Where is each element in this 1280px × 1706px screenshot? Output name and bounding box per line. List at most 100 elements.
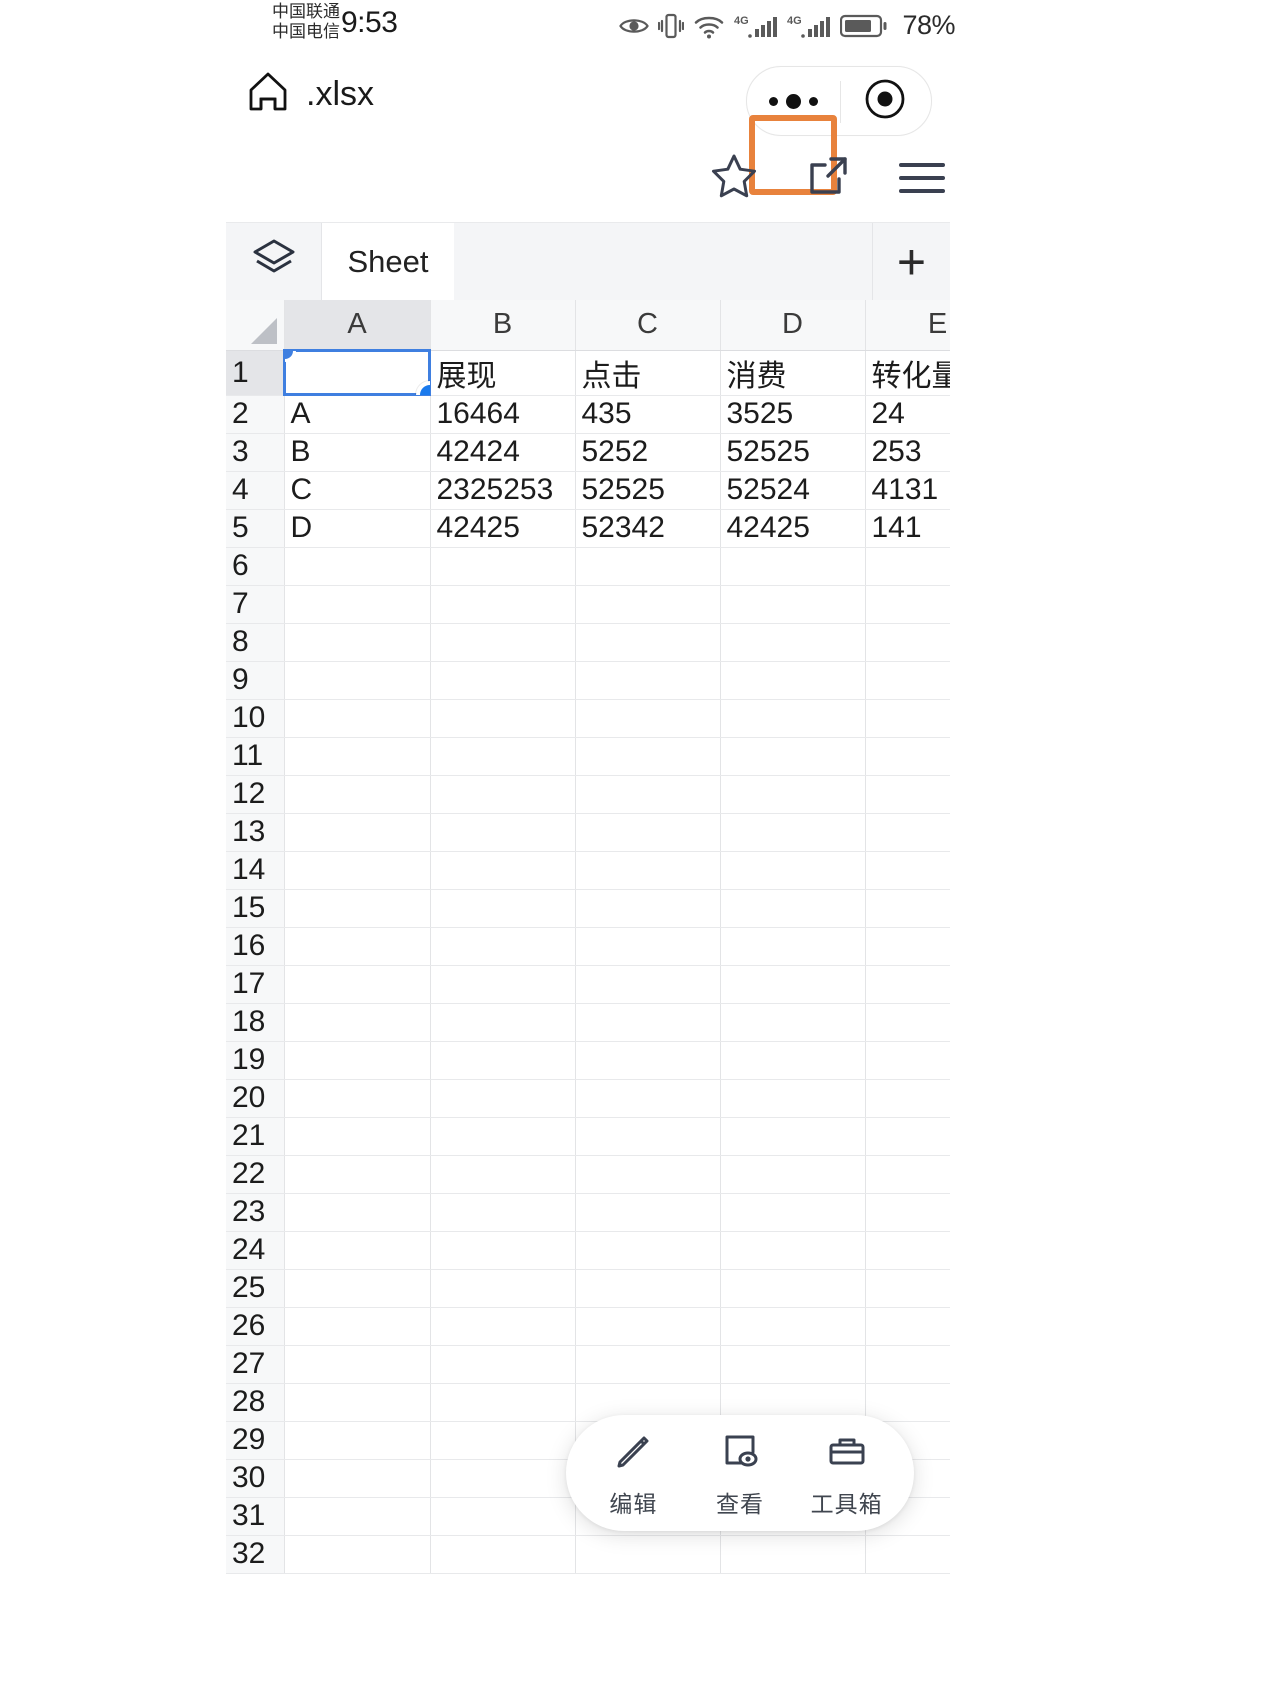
row-header-19[interactable]: 19 <box>226 1041 285 1080</box>
cell-d22[interactable] <box>720 1155 866 1194</box>
cell-b25[interactable] <box>430 1269 576 1308</box>
cell-c10[interactable] <box>575 699 721 738</box>
cell-c13[interactable] <box>575 813 721 852</box>
cell-b32[interactable] <box>430 1535 576 1574</box>
cell-d8[interactable] <box>720 623 866 662</box>
row-header-27[interactable]: 27 <box>226 1345 285 1384</box>
add-sheet-button[interactable]: + <box>872 223 950 300</box>
cell-c5[interactable]: 52342 <box>575 509 721 548</box>
row-header-6[interactable]: 6 <box>226 547 285 586</box>
cell-c14[interactable] <box>575 851 721 890</box>
cell-c25[interactable] <box>575 1269 721 1308</box>
home-icon[interactable] <box>244 68 292 121</box>
cell-e19[interactable] <box>865 1041 950 1080</box>
row-header-17[interactable]: 17 <box>226 965 285 1004</box>
row-header-18[interactable]: 18 <box>226 1003 285 1042</box>
more-menu-button[interactable] <box>747 66 839 136</box>
cell-e2[interactable]: 24 <box>865 395 950 434</box>
cell-a22[interactable] <box>284 1155 431 1194</box>
cell-a18[interactable] <box>284 1003 431 1042</box>
cell-d21[interactable] <box>720 1117 866 1156</box>
cell-c7[interactable] <box>575 585 721 624</box>
cell-b1[interactable]: 展现 <box>430 350 576 396</box>
cell-e6[interactable] <box>865 547 950 586</box>
cell-b22[interactable] <box>430 1155 576 1194</box>
cell-b14[interactable] <box>430 851 576 890</box>
cell-b19[interactable] <box>430 1041 576 1080</box>
cell-c8[interactable] <box>575 623 721 662</box>
row-header-11[interactable]: 11 <box>226 737 285 776</box>
cell-b29[interactable] <box>430 1421 576 1460</box>
cell-c27[interactable] <box>575 1345 721 1384</box>
cell-e15[interactable] <box>865 889 950 928</box>
row-header-32[interactable]: 32 <box>226 1535 285 1574</box>
cell-e16[interactable] <box>865 927 950 966</box>
cell-d3[interactable]: 52525 <box>720 433 866 472</box>
cell-d11[interactable] <box>720 737 866 776</box>
row-header-12[interactable]: 12 <box>226 775 285 814</box>
cell-b31[interactable] <box>430 1497 576 1536</box>
close-mini-program-button[interactable] <box>839 66 931 136</box>
cell-e27[interactable] <box>865 1345 950 1384</box>
column-header-d[interactable]: D <box>720 300 866 351</box>
cell-e1[interactable]: 转化量 <box>865 350 950 396</box>
cell-c15[interactable] <box>575 889 721 928</box>
toolbar-toolbox-button[interactable]: 工具箱 <box>797 1428 897 1519</box>
row-header-10[interactable]: 10 <box>226 699 285 738</box>
cell-c26[interactable] <box>575 1307 721 1346</box>
row-header-13[interactable]: 13 <box>226 813 285 852</box>
cell-d12[interactable] <box>720 775 866 814</box>
cell-a12[interactable] <box>284 775 431 814</box>
cell-b24[interactable] <box>430 1231 576 1270</box>
cell-a27[interactable] <box>284 1345 431 1384</box>
cell-b7[interactable] <box>430 585 576 624</box>
cell-e8[interactable] <box>865 623 950 662</box>
cell-d10[interactable] <box>720 699 866 738</box>
cell-a15[interactable] <box>284 889 431 928</box>
cell-b18[interactable] <box>430 1003 576 1042</box>
cell-a6[interactable] <box>284 547 431 586</box>
cell-d16[interactable] <box>720 927 866 966</box>
cell-d13[interactable] <box>720 813 866 852</box>
cell-d14[interactable] <box>720 851 866 890</box>
cell-b4[interactable]: 2325253 <box>430 471 576 510</box>
cell-d17[interactable] <box>720 965 866 1004</box>
cell-b13[interactable] <box>430 813 576 852</box>
toolbar-view-button[interactable]: 查看 <box>690 1428 790 1519</box>
cell-e21[interactable] <box>865 1117 950 1156</box>
cell-c32[interactable] <box>575 1535 721 1574</box>
cell-a5[interactable]: D <box>284 509 431 548</box>
cell-d23[interactable] <box>720 1193 866 1232</box>
toolbar-edit-button[interactable]: 编辑 <box>583 1428 683 1519</box>
cell-a13[interactable] <box>284 813 431 852</box>
share-button[interactable] <box>800 150 856 206</box>
sheet-list-button[interactable] <box>226 223 322 300</box>
cell-a4[interactable]: C <box>284 471 431 510</box>
cell-c12[interactable] <box>575 775 721 814</box>
cell-a32[interactable] <box>284 1535 431 1574</box>
cell-b23[interactable] <box>430 1193 576 1232</box>
cell-d27[interactable] <box>720 1345 866 1384</box>
row-header-16[interactable]: 16 <box>226 927 285 966</box>
selection-handle-top-left[interactable] <box>284 350 296 362</box>
cell-a16[interactable] <box>284 927 431 966</box>
row-header-9[interactable]: 9 <box>226 661 285 700</box>
cell-e25[interactable] <box>865 1269 950 1308</box>
cell-d7[interactable] <box>720 585 866 624</box>
row-header-31[interactable]: 31 <box>226 1497 285 1536</box>
row-header-24[interactable]: 24 <box>226 1231 285 1270</box>
cell-e24[interactable] <box>865 1231 950 1270</box>
cell-d18[interactable] <box>720 1003 866 1042</box>
row-header-7[interactable]: 7 <box>226 585 285 624</box>
cell-c19[interactable] <box>575 1041 721 1080</box>
cell-c11[interactable] <box>575 737 721 776</box>
row-header-8[interactable]: 8 <box>226 623 285 662</box>
selection-handle-bottom-right[interactable] <box>415 380 429 394</box>
cell-a20[interactable] <box>284 1079 431 1118</box>
cell-e22[interactable] <box>865 1155 950 1194</box>
cell-b10[interactable] <box>430 699 576 738</box>
cell-e12[interactable] <box>865 775 950 814</box>
cell-c2[interactable]: 435 <box>575 395 721 434</box>
row-header-1[interactable]: 1 <box>226 350 285 396</box>
cell-e23[interactable] <box>865 1193 950 1232</box>
